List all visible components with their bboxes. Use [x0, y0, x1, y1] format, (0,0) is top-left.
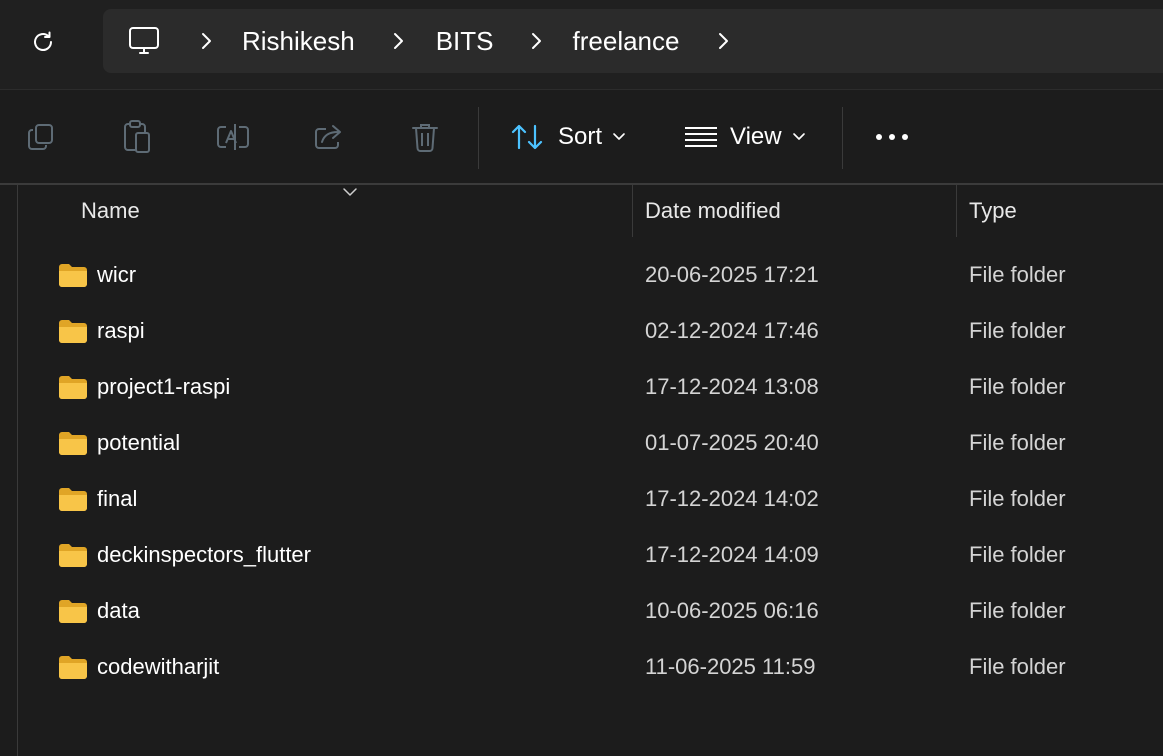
chevron-right-icon[interactable]	[196, 31, 216, 51]
file-name[interactable]: project1-raspi	[97, 374, 230, 400]
folder-icon	[59, 264, 87, 287]
folder-icon	[59, 488, 87, 511]
file-row[interactable]: data 10-06-2025 06:16 File folder	[18, 584, 1163, 640]
folder-icon	[59, 600, 87, 623]
breadcrumb-freelance[interactable]: freelance	[573, 26, 680, 57]
file-date-modified: 01-07-2025 20:40	[645, 430, 819, 455]
file-date-modified: 17-12-2024 14:09	[645, 542, 819, 567]
folder-icon	[59, 376, 87, 399]
chevron-right-icon[interactable]	[388, 31, 408, 51]
file-row[interactable]: potential 01-07-2025 20:40 File folder	[18, 416, 1163, 472]
chevron-down-icon	[613, 133, 625, 140]
delete-icon	[412, 124, 438, 152]
column-header-date-modified[interactable]: Date modified	[645, 198, 781, 224]
file-type: File folder	[969, 262, 1066, 287]
file-name[interactable]: codewitharjit	[97, 654, 219, 680]
view-button[interactable]: View	[684, 113, 806, 161]
file-type: File folder	[969, 430, 1066, 455]
file-type: File folder	[969, 598, 1066, 623]
sort-indicator-icon	[343, 188, 357, 196]
toolbar-separator	[842, 107, 843, 169]
file-name[interactable]: raspi	[97, 318, 145, 344]
file-row[interactable]: codewitharjit 11-06-2025 11:59 File folder	[18, 640, 1163, 696]
copy-icon	[28, 124, 53, 150]
file-date-modified: 10-06-2025 06:16	[645, 598, 819, 623]
chevron-down-icon	[792, 133, 805, 140]
divider	[0, 183, 1163, 185]
file-name[interactable]: potential	[97, 430, 180, 456]
column-header-type[interactable]: Type	[969, 198, 1017, 224]
toolbar-separator	[478, 107, 479, 169]
folder-icon	[59, 544, 87, 567]
share-icon	[315, 125, 341, 149]
file-name[interactable]: final	[97, 486, 137, 512]
file-type: File folder	[969, 654, 1066, 679]
file-type: File folder	[969, 318, 1066, 343]
file-row[interactable]: deckinspectors_flutter 17-12-2024 14:09 Fi…	[18, 528, 1163, 584]
file-date-modified: 17-12-2024 13:08	[645, 374, 819, 399]
file-date-modified: 20-06-2025 17:21	[645, 262, 819, 287]
chevron-right-icon[interactable]	[713, 31, 733, 51]
more-icon	[876, 134, 908, 140]
folder-icon	[59, 656, 87, 679]
file-name[interactable]: deckinspectors_flutter	[97, 542, 311, 568]
sort-label: Sort	[558, 123, 603, 150]
file-type: File folder	[969, 486, 1066, 511]
view-label: View	[730, 123, 782, 150]
file-name[interactable]: data	[97, 598, 140, 624]
this-pc-icon[interactable]	[127, 24, 161, 58]
breadcrumb-rishikesh[interactable]: Rishikesh	[242, 26, 355, 57]
file-type: File folder	[969, 374, 1066, 399]
paste-icon	[124, 120, 150, 153]
view-list-icon	[685, 127, 717, 147]
paste-button[interactable]	[109, 109, 165, 165]
divider	[0, 89, 1163, 90]
delete-button[interactable]	[397, 109, 453, 165]
refresh-button[interactable]	[22, 21, 64, 63]
command-bar: Sort View	[0, 91, 1163, 183]
file-row[interactable]: wicr 20-06-2025 17:21 File folder	[18, 248, 1163, 304]
rename-icon	[217, 124, 249, 150]
file-date-modified: 11-06-2025 11:59	[645, 654, 816, 679]
file-row[interactable]: raspi 02-12-2024 17:46 File folder	[18, 304, 1163, 360]
folder-icon	[59, 320, 87, 343]
file-type: File folder	[969, 542, 1066, 567]
file-date-modified: 02-12-2024 17:46	[645, 318, 819, 343]
chevron-right-icon[interactable]	[526, 31, 546, 51]
column-divider[interactable]	[632, 185, 633, 237]
sort-button[interactable]: Sort	[510, 113, 626, 161]
address-bar-region: Rishikesh BITS freelance	[0, 0, 1163, 90]
share-button[interactable]	[301, 109, 357, 165]
breadcrumb-bits[interactable]: BITS	[436, 26, 494, 57]
file-name[interactable]: wicr	[97, 262, 136, 288]
column-header-name[interactable]: Name	[81, 198, 140, 224]
copy-button[interactable]	[13, 109, 69, 165]
rename-button[interactable]	[205, 109, 261, 165]
sort-icon	[511, 124, 543, 150]
refresh-icon	[34, 31, 52, 51]
address-bar[interactable]: Rishikesh BITS freelance	[103, 9, 1163, 73]
folder-icon	[59, 432, 87, 455]
more-options-button[interactable]	[864, 109, 920, 165]
column-divider[interactable]	[956, 185, 957, 237]
file-row[interactable]: final 17-12-2024 14:02 File folder	[18, 472, 1163, 528]
file-row[interactable]: project1-raspi 17-12-2024 13:08 File folde…	[18, 360, 1163, 416]
file-date-modified: 17-12-2024 14:02	[645, 486, 819, 511]
